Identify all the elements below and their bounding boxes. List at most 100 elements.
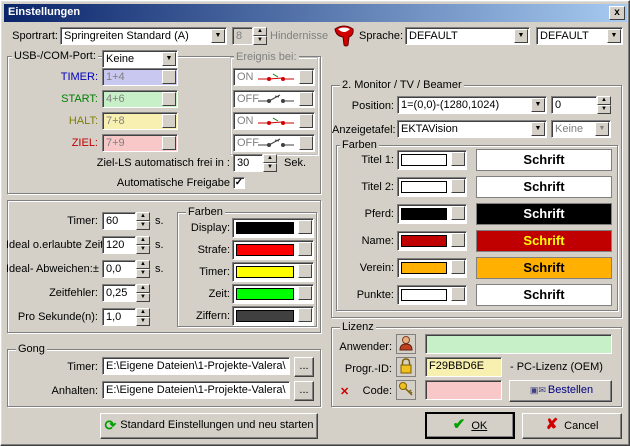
sprache2-select[interactable]: DEFAULT ▼ — [536, 27, 623, 45]
progid-input[interactable]: F29BBD6E — [425, 357, 502, 377]
x-mark-icon: ✕ — [340, 386, 350, 398]
usb-row-state-select[interactable]: OFF — [233, 90, 315, 108]
code-input[interactable] — [425, 380, 502, 400]
timing-spinner[interactable]: ▲ ▼ — [136, 284, 150, 302]
font-color-label: Titel 1: — [361, 154, 394, 166]
bestellen-button[interactable]: ▣✉ Bestellen — [509, 380, 612, 402]
color-select[interactable] — [232, 218, 314, 238]
position-number-input[interactable]: 0 — [551, 96, 597, 114]
timing-spinner[interactable]: ▲ ▼ — [136, 212, 150, 230]
font-color-select[interactable] — [397, 285, 467, 305]
lock-icon — [396, 357, 416, 377]
chevron-down-icon: ▼ — [162, 52, 176, 66]
switch-icon — [258, 117, 294, 125]
ziel-ls-unit: Sek. — [284, 157, 307, 169]
auto-freigabe-checkbox[interactable]: ✓ — [233, 177, 245, 189]
color-select[interactable] — [232, 306, 314, 326]
color-swatch — [401, 181, 447, 193]
usb-row-select[interactable]: 7+8 — [102, 112, 178, 130]
gong-anhalten-label: Anhalten: — [51, 385, 98, 397]
ziel-ls-label: Ziel-LS automatisch frei in : — [96, 157, 230, 169]
usb-row-select[interactable]: 4+6 — [102, 90, 178, 108]
schrift-button[interactable]: Schrift — [476, 149, 612, 171]
timing-spinner[interactable]: ▲ ▼ — [136, 260, 150, 278]
schrift-button[interactable]: Schrift — [476, 284, 612, 306]
gong-anhalten-input[interactable]: E:\Eigene Dateien\1-Projekte-Valera\ — [102, 381, 290, 399]
anwender-input[interactable] — [425, 334, 612, 354]
position-spinner[interactable]: ▲ ▼ — [597, 96, 611, 114]
usb-row-select[interactable]: 1+4 — [102, 68, 178, 86]
font-color-label: Pferd: — [364, 208, 394, 220]
color-label: Strafe: — [197, 244, 230, 256]
schrift-button[interactable]: Schrift — [476, 230, 612, 252]
position-select[interactable]: 1=(0,0)-(1280,1024) ▼ — [397, 96, 547, 114]
timing-spinner[interactable]: ▲ ▼ — [136, 308, 150, 326]
timing-spinner[interactable]: ▲ ▼ — [136, 236, 150, 254]
color-select[interactable] — [232, 284, 314, 304]
checkmark-icon: ✔ — [452, 416, 466, 433]
spin-up-icon: ▲ — [136, 308, 150, 317]
sportart-select[interactable]: Springreiten Standard (A) ▼ — [60, 27, 227, 45]
usb-row-label: TIMER: — [60, 71, 98, 83]
timing-label: Zeitfehler: — [49, 287, 98, 299]
timing-input[interactable]: 120 — [102, 236, 136, 254]
schrift-button[interactable]: Schrift — [476, 257, 612, 279]
farben-left-title: Farben — [186, 206, 225, 218]
chevron-down-icon: ▼ — [595, 122, 609, 136]
chevron-down-icon — [451, 206, 465, 220]
usb-row-select[interactable]: 7+9 — [102, 134, 178, 152]
font-color-select[interactable] — [397, 204, 467, 224]
chevron-down-icon — [299, 70, 313, 84]
gong-timer-input[interactable]: E:\Eigene Dateien\1-Projekte-Valera\ — [102, 357, 290, 375]
switch-icon — [258, 94, 294, 103]
ok-button[interactable]: ✔ OK — [425, 412, 515, 439]
color-label: Ziffern: — [195, 310, 230, 322]
close-button[interactable]: x — [609, 6, 625, 20]
chevron-down-icon: ▼ — [607, 29, 621, 43]
color-select[interactable] — [232, 262, 314, 282]
cancel-button[interactable]: ✘ Cancel — [522, 413, 622, 439]
ereignis-label: Ereignis bei: — [234, 51, 299, 63]
ziel-ls-input[interactable]: 30 — [233, 154, 263, 172]
spin-up-icon: ▲ — [597, 96, 611, 105]
hindernisse-input[interactable]: 8 — [232, 27, 253, 45]
spin-up-icon: ▲ — [136, 284, 150, 293]
usb-port-select[interactable]: Keine ▼ — [102, 50, 178, 68]
usb-row-label: START: — [61, 93, 98, 105]
gong-timer-browse-button[interactable]: ... — [294, 357, 314, 377]
sprache-select[interactable]: DEFAULT ▼ — [405, 27, 530, 45]
usb-port-label: USB-/COM-Port: — [12, 50, 98, 62]
font-color-select[interactable] — [397, 177, 467, 197]
anwender-label: Anwender: — [339, 341, 392, 353]
standard-restart-button[interactable]: ⟳ Standard Einstellungen und neu starten — [100, 413, 318, 439]
chevron-down-icon: ▼ — [514, 29, 528, 43]
font-color-select[interactable] — [397, 258, 467, 278]
spin-up-icon: ▲ — [136, 212, 150, 221]
schrift-button[interactable]: Schrift — [476, 203, 612, 225]
chevron-down-icon: ▼ — [211, 29, 225, 43]
chevron-down-icon — [451, 152, 465, 166]
chevron-down-icon — [298, 242, 312, 256]
schrift-button[interactable]: Schrift — [476, 176, 612, 198]
usb-row-state-select[interactable]: ON — [233, 112, 315, 130]
switch-icon — [258, 138, 294, 147]
timing-input[interactable]: 0,25 — [102, 284, 136, 302]
usb-row-label: ZIEL: — [71, 137, 98, 149]
timing-input[interactable]: 60 — [102, 212, 136, 230]
usb-row-state-select[interactable]: OFF — [233, 134, 315, 152]
usb-row-state-select[interactable]: ON — [233, 68, 315, 86]
anzeigetafel2-select[interactable]: Keine ▼ — [551, 120, 611, 138]
timing-input[interactable]: 1,0 — [102, 308, 136, 326]
spin-down-icon: ▼ — [597, 105, 611, 114]
anzeigetafel-select[interactable]: EKTAVision ▼ — [397, 120, 547, 138]
spin-down-icon: ▼ — [263, 163, 277, 172]
hindernisse-spinner[interactable]: ▲ ▼ — [253, 27, 267, 45]
font-color-select[interactable] — [397, 150, 467, 170]
timing-input[interactable]: 0,0 — [102, 260, 136, 278]
color-select[interactable] — [232, 240, 314, 260]
font-color-select[interactable] — [397, 231, 467, 251]
gong-anhalten-browse-button[interactable]: ... — [294, 381, 314, 401]
cancel-x-icon: ✘ — [545, 416, 559, 433]
ziel-ls-spinner[interactable]: ▲ ▼ — [263, 154, 277, 172]
sprache-label: Sprache: — [359, 30, 404, 42]
